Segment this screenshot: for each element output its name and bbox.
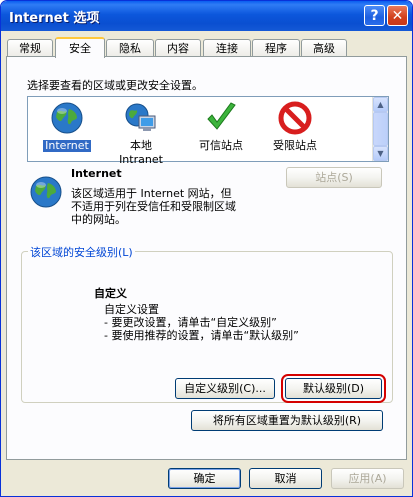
title-bar[interactable]: Internet 选项 ? ✕ xyxy=(1,1,412,31)
internet-options-dialog: Internet 选项 ? ✕ 常规 安全 隐私 内容 连接 程序 高级 选择要… xyxy=(0,0,413,497)
zone-internet[interactable]: Internet xyxy=(32,101,102,152)
zone-name: Internet xyxy=(71,167,122,180)
zone-list-scrollbar[interactable]: ▲ ▼ xyxy=(372,97,388,161)
tab-security[interactable]: 安全 xyxy=(55,37,105,58)
intranet-icon xyxy=(125,103,156,131)
tab-general[interactable]: 常规 xyxy=(7,39,53,57)
zone-internet-label: Internet xyxy=(43,139,91,152)
scroll-down-button[interactable]: ▼ xyxy=(373,146,388,161)
security-level-name: 自定义 xyxy=(94,287,127,300)
reset-all-zones-button[interactable]: 将所有区域重置为默认级别(R) xyxy=(191,410,383,431)
globe-icon xyxy=(51,102,83,134)
apply-button[interactable]: 应用(A) xyxy=(331,468,404,489)
tab-privacy[interactable]: 隐私 xyxy=(106,39,154,57)
tab-programs[interactable]: 程序 xyxy=(252,39,300,57)
zone-trusted-label: 可信站点 xyxy=(199,139,243,152)
custom-level-button[interactable]: 自定义级别(C)... xyxy=(175,378,275,399)
zone-local-intranet[interactable]: 本地 Intranet xyxy=(106,101,176,166)
close-button[interactable]: ✕ xyxy=(387,5,408,26)
zone-restricted-label: 受限站点 xyxy=(273,139,317,152)
window-title: Internet 选项 xyxy=(9,11,100,26)
tab-connections[interactable]: 连接 xyxy=(203,39,251,57)
zone-trusted-sites[interactable]: 可信站点 xyxy=(186,101,256,152)
security-tab-panel: 选择要查看的区域或更改安全设置。 Internet 本地 Intranet 可信… xyxy=(6,56,407,460)
selected-zone-globe-icon xyxy=(30,176,62,208)
zone-intranet-label-line2: Intranet xyxy=(119,153,163,166)
scroll-up-button[interactable]: ▲ xyxy=(373,97,388,112)
zones-prompt: 选择要查看的区域或更改安全设置。 xyxy=(27,79,203,92)
security-level-group-title: 该区域的安全级别(L) xyxy=(28,244,135,260)
security-level-line3: - 要使用推荐的设置，请单击“默认级别” xyxy=(104,329,299,342)
zone-intranet-label-line1: 本地 xyxy=(130,139,152,152)
zone-list[interactable]: Internet 本地 Intranet 可信站点 受限站点 ▲ ▼ xyxy=(27,96,389,166)
security-level-group: 该区域的安全级别(L) 自定义 自定义设置 - 要更改设置，请单击“自定义级别”… xyxy=(21,244,393,403)
checkmark-icon xyxy=(207,102,236,130)
cancel-button[interactable]: 取消 xyxy=(249,468,322,489)
restricted-icon xyxy=(278,101,312,135)
tab-advanced[interactable]: 高级 xyxy=(301,39,347,57)
help-button[interactable]: ? xyxy=(364,5,385,26)
default-level-button[interactable]: 默认级别(D) xyxy=(281,374,386,403)
sites-button[interactable]: 站点(S) xyxy=(286,167,382,188)
zone-description-line3: 中的网站。 xyxy=(71,213,126,226)
scroll-thumb[interactable] xyxy=(373,112,388,146)
zone-restricted-sites[interactable]: 受限站点 xyxy=(260,101,330,152)
tab-content[interactable]: 内容 xyxy=(155,39,201,57)
ok-button[interactable]: 确定 xyxy=(168,468,241,489)
